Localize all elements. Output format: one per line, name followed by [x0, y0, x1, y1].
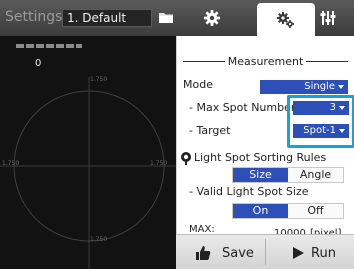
save-button[interactable]: Save [194, 243, 254, 263]
sort-option-size[interactable]: Size [233, 168, 288, 182]
sliders-icon [320, 11, 336, 25]
run-button[interactable]: Run [291, 243, 336, 263]
run-label: Run [311, 245, 336, 261]
valid-option-on[interactable]: On [233, 204, 288, 218]
highlight-box [287, 95, 354, 148]
tick-left: 1.750 [2, 160, 20, 167]
spot-display: 0 1.750 1.750 1.750 1.750 [0, 36, 176, 269]
section-title: Measurement [227, 54, 304, 68]
valid-option-off[interactable]: Off [288, 204, 343, 218]
valid-size-toggle: On Off [232, 203, 344, 219]
bottom-bar: Save Run [176, 234, 354, 269]
save-label: Save [222, 245, 254, 261]
max-spot-label: - Max Spot Number [189, 101, 296, 114]
mode-dropdown[interactable]: Single [260, 80, 348, 94]
position-plot [0, 77, 176, 269]
tab-adjust[interactable] [302, 0, 354, 36]
app-title: Settings [5, 9, 63, 25]
sort-option-angle[interactable]: Angle [288, 168, 343, 182]
tick-bottom: 1.750 [90, 236, 108, 243]
save-icon [196, 246, 211, 260]
gears-icon [277, 11, 294, 28]
valid-size-label: - Valid Light Spot Size [189, 185, 309, 198]
tick-top: 1.750 [90, 76, 108, 83]
mode-label: Mode [183, 78, 213, 91]
measurement-header: Measurement [183, 54, 348, 68]
light-spot-icon [181, 152, 191, 165]
tab-general[interactable] [183, 0, 241, 36]
gear-icon [204, 10, 220, 26]
play-icon [293, 247, 304, 259]
preset-select[interactable]: 1. Default [62, 9, 152, 27]
tick-right: 1.750 [150, 160, 168, 167]
target-label: - Target [189, 124, 231, 137]
sort-rule-toggle: Size Angle [232, 167, 344, 183]
sorting-title: Light Spot Sorting Rules [194, 151, 327, 164]
top-bar: Settings 1. Default [0, 0, 354, 36]
footer-divider [265, 239, 266, 265]
folder-icon[interactable] [158, 10, 174, 24]
